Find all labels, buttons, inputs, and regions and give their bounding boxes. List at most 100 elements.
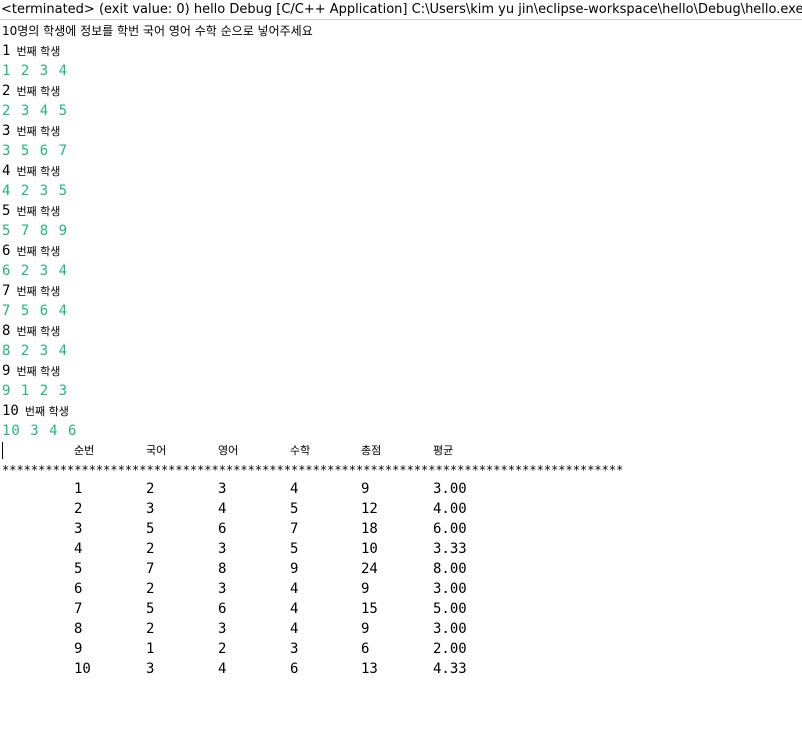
table-row: 6 2 3 4 9 3.00 (2, 579, 800, 599)
table-cell: 3 (218, 481, 227, 497)
student-label-text: 번째 학생 (24, 405, 69, 418)
table-cell: 9 (74, 641, 83, 657)
student-input: 1 2 3 4 (2, 63, 69, 79)
table-cell: 5 (74, 561, 83, 577)
student-label-text: 번째 학생 (16, 45, 61, 58)
table-cell: 6 (218, 521, 227, 537)
student-number: 7 (2, 283, 11, 299)
table-cell: 2 (146, 481, 155, 497)
console-output[interactable]: 10명의 학생에 정보를 학번 국어 영어 수학 순으로 넣어주세요 1 번째 학… (2, 21, 800, 679)
student-label: 2 번째 학생 (2, 81, 800, 101)
table-cell: 3 (290, 641, 299, 657)
table-cell: 9 (361, 481, 370, 497)
student-entries: 1 번째 학생 1 2 3 4 2 번째 학생 2 3 4 5 3 번째 학생 3 5 6 7 4… (2, 41, 800, 441)
prompt-line: 10명의 학생에 정보를 학번 국어 영어 수학 순으로 넣어주세요 (2, 24, 313, 38)
header-math: 수학 (290, 444, 311, 457)
table-row: 8 2 3 4 9 3.00 (2, 619, 800, 639)
table-cell: 6.00 (433, 521, 467, 537)
console-title-bar: <terminated> (exit value: 0) hello Debug… (0, 0, 802, 20)
student-input: 9 1 2 3 (2, 383, 69, 399)
table-cell: 4.33 (433, 661, 467, 677)
student-label: 7 번째 학생 (2, 281, 800, 301)
table-cell: 2 (146, 541, 155, 557)
header-korean: 국어 (146, 444, 167, 457)
student-number: 5 (2, 203, 11, 219)
table-cell: 4.00 (433, 501, 467, 517)
table-cell: 18 (361, 521, 378, 537)
student-label-text: 번째 학생 (16, 165, 61, 178)
table-cell: 9 (361, 621, 370, 637)
table-cell: 8 (74, 621, 83, 637)
student-number: 6 (2, 243, 11, 259)
table-cell: 13 (361, 661, 378, 677)
student-number: 8 (2, 323, 11, 339)
student-number: 9 (2, 363, 11, 379)
student-number: 10 (2, 403, 19, 419)
student-label: 6 번째 학생 (2, 241, 800, 261)
table-cell: 3.00 (433, 621, 467, 637)
table-row: 2 3 4 5 12 4.00 (2, 499, 800, 519)
table-header: 순번 국어 영어 수학 총점 평균 (2, 441, 800, 461)
header-english: 영어 (218, 444, 239, 457)
student-label-text: 번째 학생 (16, 325, 61, 338)
student-number: 1 (2, 43, 11, 59)
table-row: 1 2 3 4 9 3.00 (2, 479, 800, 499)
header-total: 총점 (361, 444, 382, 457)
table-cell: 4 (290, 601, 299, 617)
student-label: 10 번째 학생 (2, 401, 800, 421)
table-row: 7 5 6 4 15 5.00 (2, 599, 800, 619)
table-row: 5 7 8 9 24 8.00 (2, 559, 800, 579)
table-cell: 10 (361, 541, 378, 557)
table-cell: 2 (74, 501, 83, 517)
table-cell: 2 (146, 581, 155, 597)
table-cell: 10 (74, 661, 91, 677)
table-cell: 9 (361, 581, 370, 597)
table-cell: 9 (290, 561, 299, 577)
table-cell: 5.00 (433, 601, 467, 617)
student-input: 10 3 4 6 (2, 423, 78, 439)
student-label-text: 번째 학생 (16, 85, 61, 98)
table-cell: 6 (290, 661, 299, 677)
table-cell: 3 (146, 661, 155, 677)
table-cell: 2.00 (433, 641, 467, 657)
table-cell: 6 (74, 581, 83, 597)
table-cell: 4 (290, 621, 299, 637)
table-cell: 3.00 (433, 481, 467, 497)
table-separator: ****************************************… (2, 463, 624, 477)
table-cell: 7 (146, 561, 155, 577)
table-row: 9 1 2 3 6 2.00 (2, 639, 800, 659)
header-average: 평균 (433, 444, 454, 457)
table-cell: 8 (218, 561, 227, 577)
table-cell: 5 (146, 521, 155, 537)
table-cell: 15 (361, 601, 378, 617)
student-label: 9 번째 학생 (2, 361, 800, 381)
table-cell: 2 (218, 641, 227, 657)
student-input: 6 2 3 4 (2, 263, 69, 279)
student-input: 2 3 4 5 (2, 103, 69, 119)
table-cell: 6 (218, 601, 227, 617)
table-cell: 12 (361, 501, 378, 517)
table-cell: 3 (218, 581, 227, 597)
table-cell: 7 (290, 521, 299, 537)
table-cell: 7 (74, 601, 83, 617)
student-number: 2 (2, 83, 11, 99)
student-label: 8 번째 학생 (2, 321, 800, 341)
table-cell: 8.00 (433, 561, 467, 577)
table-cell: 4 (218, 661, 227, 677)
student-label: 5 번째 학생 (2, 201, 800, 221)
table-cell: 4 (290, 481, 299, 497)
student-input: 7 5 6 4 (2, 303, 69, 319)
table-cell: 3.33 (433, 541, 467, 557)
text-cursor (2, 442, 3, 459)
table-cell: 1 (146, 641, 155, 657)
table-cell: 2 (146, 621, 155, 637)
table-cell: 24 (361, 561, 378, 577)
table-cell: 5 (290, 501, 299, 517)
table-cell: 4 (74, 541, 83, 557)
table-cell: 4 (218, 501, 227, 517)
student-label-text: 번째 학생 (16, 125, 61, 138)
student-number: 3 (2, 123, 11, 139)
table-row: 4 2 3 5 10 3.33 (2, 539, 800, 559)
student-label: 3 번째 학생 (2, 121, 800, 141)
table-row: 3 5 6 7 18 6.00 (2, 519, 800, 539)
